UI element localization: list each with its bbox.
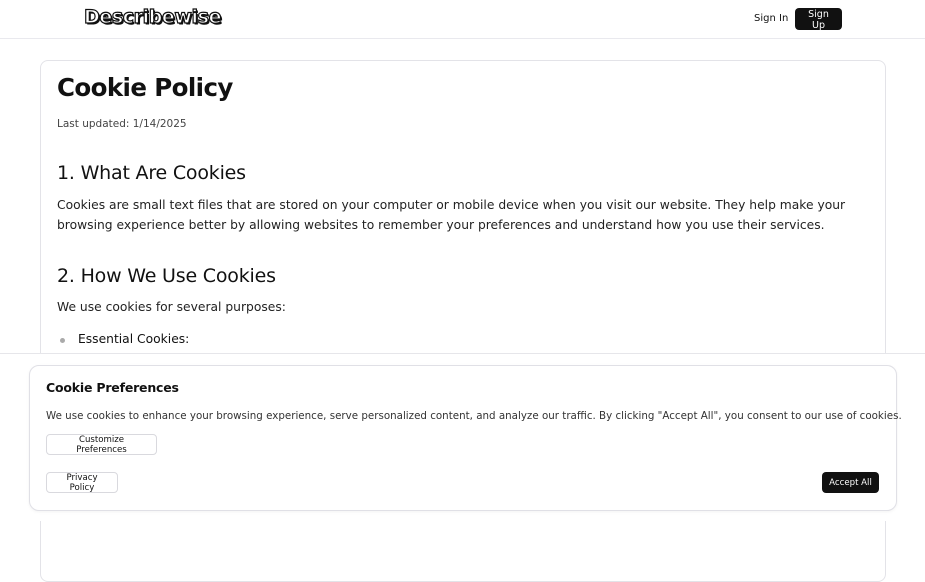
section-heading-what-are-cookies: 1. What Are Cookies [57,162,246,184]
cookie-banner-overlay: Cookie Preferences We use cookies to enh… [0,353,925,521]
accept-all-button[interactable]: Accept All [822,472,879,493]
describewise-logo[interactable]: Describewise [83,5,222,28]
section-heading-how-we-use-cookies: 2. How We Use Cookies [57,265,276,287]
bullet-essential-cookies: Essential Cookies: [78,332,190,346]
page-title: Cookie Policy [57,73,233,102]
cookie-banner-title: Cookie Preferences [46,380,179,395]
customize-preferences-button[interactable]: Customize Preferences [46,434,157,455]
privacy-policy-button[interactable]: Privacy Policy [46,472,118,493]
sign-in-button[interactable]: Sign In [748,11,794,26]
cookie-preferences-banner: Cookie Preferences We use cookies to enh… [29,365,902,511]
top-navigation-bar: Describewise Sign In Sign Up [0,0,925,39]
bullet-dot-icon [60,338,65,343]
sign-up-button[interactable]: Sign Up [795,8,842,31]
section-body-what-are-cookies: Cookies are small text files that are st… [57,198,846,232]
cookie-banner-text: We use cookies to enhance your browsing … [46,410,902,422]
section-body-how-we-use-cookies: We use cookies for several purposes: [57,300,286,314]
last-updated-text: Last updated: 1/14/2025 [57,118,187,130]
